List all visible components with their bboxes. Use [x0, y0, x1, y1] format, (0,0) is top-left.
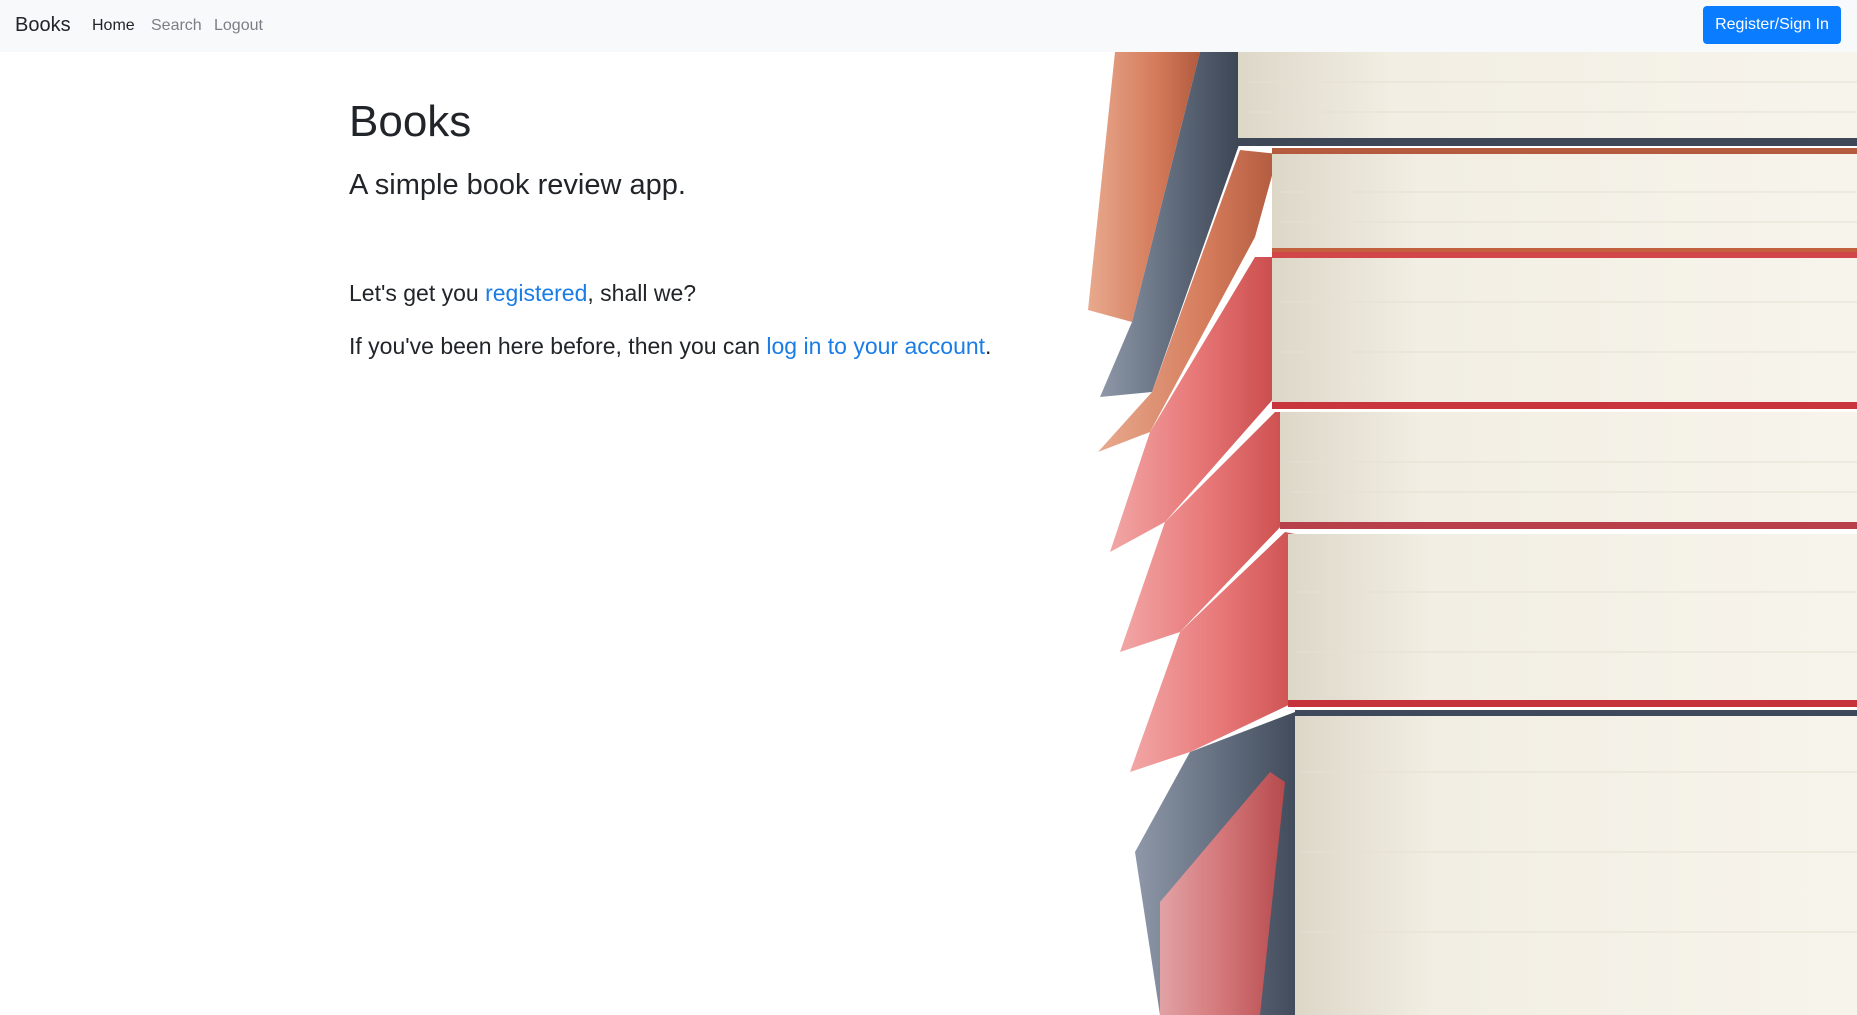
nav-link-search[interactable]: Search	[151, 17, 202, 35]
nav-link-home[interactable]: Home	[92, 17, 135, 35]
books-stack-image	[1040, 52, 1857, 1015]
navbar-brand[interactable]: Books	[15, 14, 71, 37]
login-paragraph: If you've been here before, then you can…	[349, 332, 991, 362]
register-paragraph: Let's get you registered, shall we?	[349, 279, 696, 309]
login-link[interactable]: log in to your account	[766, 333, 985, 359]
nav-link-logout[interactable]: Logout	[214, 17, 263, 35]
page-title: Books	[349, 97, 472, 146]
navbar: Books Home Search Logout Register/Sign I…	[0, 0, 1857, 52]
page-subtitle: A simple book review app.	[349, 169, 686, 201]
register-link[interactable]: registered	[485, 280, 587, 306]
login-text-before: If you've been here before, then you can	[349, 333, 767, 359]
login-text-after: .	[985, 333, 992, 359]
register-text-after: , shall we?	[587, 280, 697, 306]
register-text-before: Let's get you	[349, 280, 486, 306]
register-sign-in-button[interactable]: Register/Sign In	[1703, 6, 1841, 44]
